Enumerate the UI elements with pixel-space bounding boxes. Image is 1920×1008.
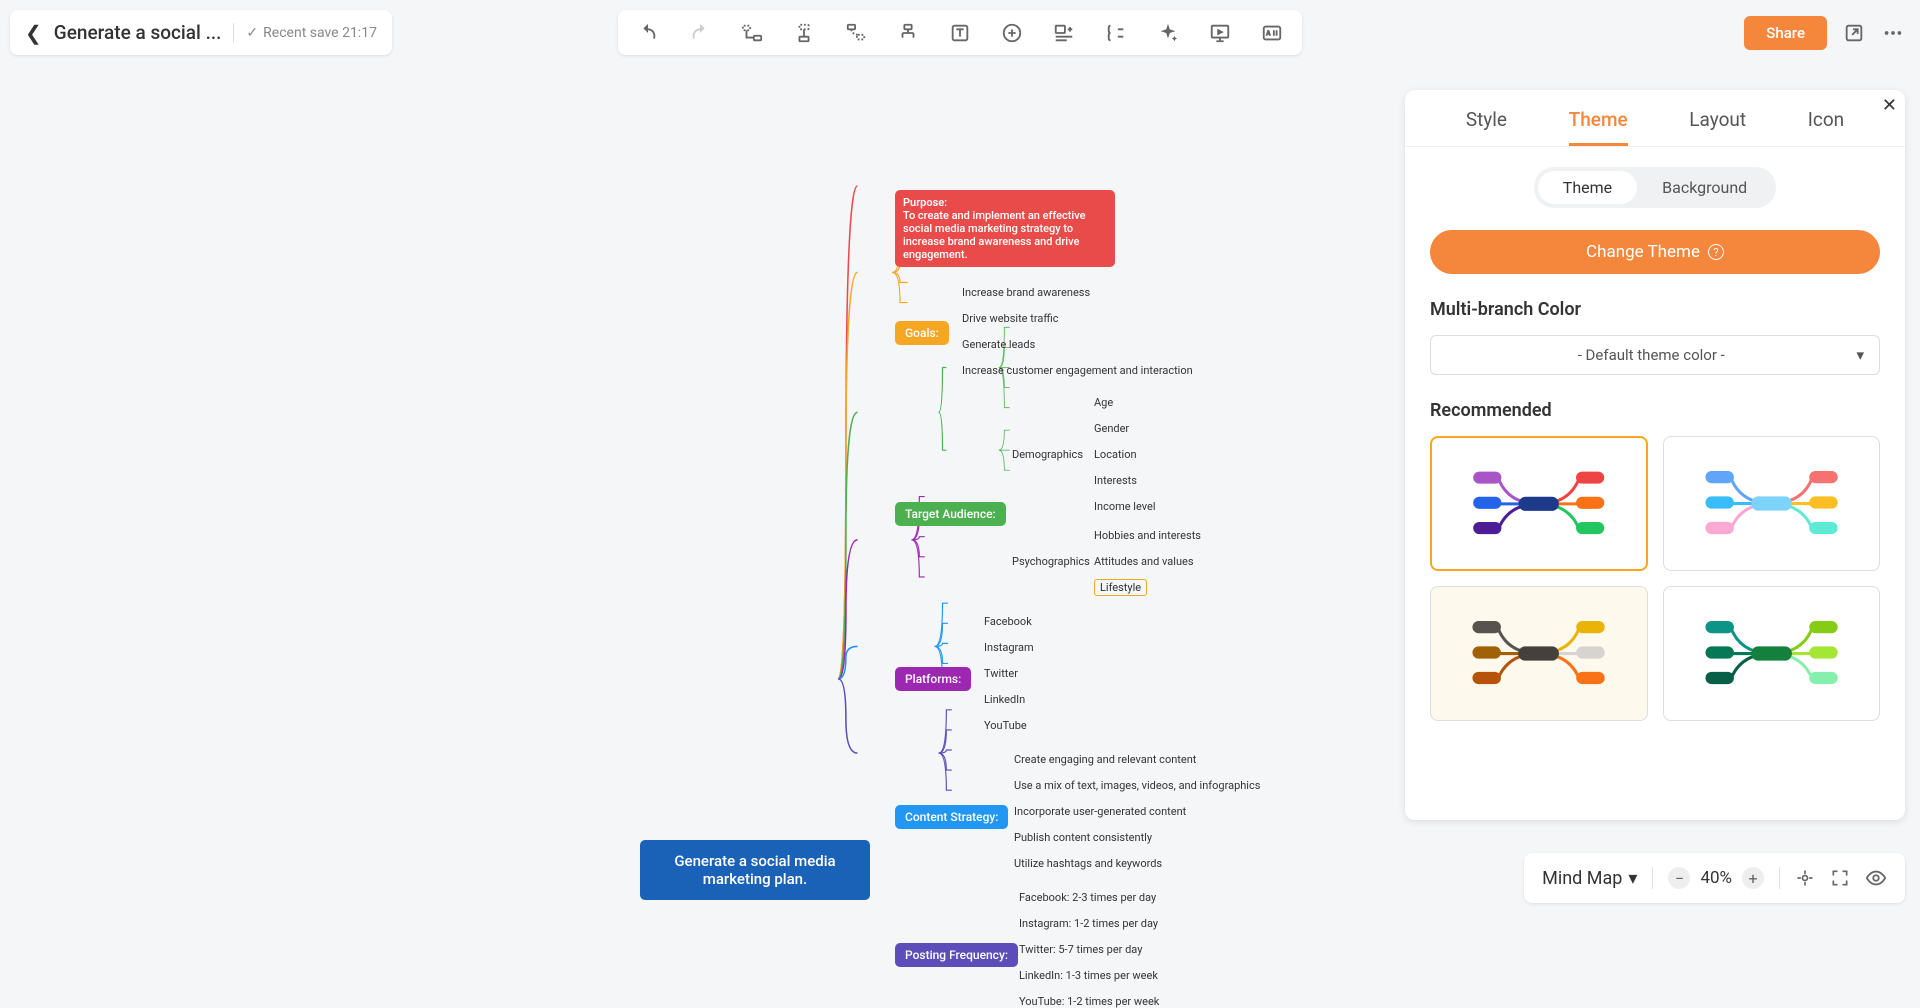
leaf[interactable]: Utilize hashtags and keywords xyxy=(1014,857,1162,870)
insert-icon[interactable] xyxy=(1052,21,1076,45)
zoom-controls: − 40% + xyxy=(1668,867,1764,889)
leaf[interactable]: Use a mix of text, images, videos, and i… xyxy=(1014,779,1260,792)
subtab-background[interactable]: Background xyxy=(1637,171,1772,204)
leaf[interactable]: Interests xyxy=(1094,474,1137,487)
leaf[interactable]: Increase brand awareness xyxy=(962,286,1090,299)
share-button[interactable]: Share xyxy=(1744,16,1827,50)
color-dropdown[interactable]: - Default theme color - ▾ xyxy=(1430,335,1880,375)
subtopic-icon[interactable] xyxy=(740,21,764,45)
theme-card-4[interactable] xyxy=(1663,586,1881,721)
leaf[interactable]: Publish content consistently xyxy=(1014,831,1152,844)
relationship-icon[interactable] xyxy=(896,21,920,45)
multi-branch-label: Multi-branch Color xyxy=(1430,299,1880,320)
more-icon[interactable] xyxy=(1881,21,1905,45)
leaf[interactable]: Facebook: 2-3 times per day xyxy=(1019,891,1156,904)
zoom-in-icon[interactable] xyxy=(1000,21,1024,45)
panel-tabs: Style Theme Layout Icon xyxy=(1405,90,1905,147)
undo-icon[interactable] xyxy=(636,21,660,45)
recommended-label: Recommended xyxy=(1430,400,1880,421)
tab-icon[interactable]: Icon xyxy=(1808,108,1844,146)
leaf[interactable]: Twitter xyxy=(984,667,1018,680)
theme-card-2[interactable] xyxy=(1663,436,1881,571)
subtab-theme[interactable]: Theme xyxy=(1538,171,1637,204)
breadcrumb: ❮ Generate a social ... ✓ Recent save 21… xyxy=(10,10,392,55)
theme-panel: ✕ Style Theme Layout Icon Theme Backgrou… xyxy=(1405,90,1905,820)
leaf[interactable]: YouTube: 1-2 times per week xyxy=(1019,995,1159,1008)
doc-title[interactable]: Generate a social ... xyxy=(54,21,222,44)
sub-toggle: Theme Background xyxy=(1534,167,1776,208)
style-brush-icon[interactable] xyxy=(1156,21,1180,45)
chevron-down-icon: ▾ xyxy=(1856,346,1864,364)
top-right-actions: Share xyxy=(1744,10,1905,55)
tab-style[interactable]: Style xyxy=(1466,108,1507,146)
leaf[interactable]: Twitter: 5-7 times per day xyxy=(1019,943,1142,956)
topic-below-icon[interactable] xyxy=(792,21,816,45)
chevron-down-icon: ▾ xyxy=(1628,868,1637,889)
goals-node[interactable]: Goals: xyxy=(895,321,949,345)
toolbar xyxy=(618,10,1302,55)
fit-icon[interactable] xyxy=(1795,868,1815,888)
leaf[interactable]: Instagram: 1-2 times per day xyxy=(1019,917,1158,930)
help-icon: ? xyxy=(1708,244,1724,260)
target-node[interactable]: Target Audience: xyxy=(895,502,1006,526)
preview-icon[interactable] xyxy=(1865,867,1887,889)
leaf[interactable]: LinkedIn xyxy=(984,693,1025,706)
leaf[interactable]: Facebook xyxy=(984,615,1032,628)
change-theme-button[interactable]: Change Theme ? xyxy=(1430,230,1880,274)
leaf[interactable]: Generate leads xyxy=(962,338,1035,351)
leaf[interactable]: Income level xyxy=(1094,500,1156,513)
redo-icon[interactable] xyxy=(688,21,712,45)
theme-grid xyxy=(1430,436,1880,721)
posting-node[interactable]: Posting Frequency: xyxy=(895,943,1018,967)
leaf-selected[interactable]: Lifestyle xyxy=(1094,579,1147,596)
leaf[interactable]: Create engaging and relevant content xyxy=(1014,753,1196,766)
open-external-icon[interactable] xyxy=(1842,21,1866,45)
zoom-out-button[interactable]: − xyxy=(1668,867,1690,889)
theme-card-1[interactable] xyxy=(1430,436,1648,571)
zoom-in-button[interactable]: + xyxy=(1742,867,1764,889)
leaf[interactable]: YouTube xyxy=(984,719,1027,732)
fullscreen-icon[interactable] xyxy=(1830,868,1850,888)
divider xyxy=(233,23,234,43)
present-icon[interactable] xyxy=(1208,21,1232,45)
close-icon[interactable]: ✕ xyxy=(1882,95,1897,116)
mindmap-connectors xyxy=(0,70,1460,920)
leaf[interactable]: Hobbies and interests xyxy=(1094,529,1201,542)
platforms-node[interactable]: Platforms: xyxy=(895,667,971,691)
leaf[interactable]: Drive website traffic xyxy=(962,312,1058,325)
leaf[interactable]: Age xyxy=(1094,396,1113,409)
root-node[interactable]: Generate a social media marketing plan. xyxy=(640,840,870,900)
bottom-bar: Mind Map ▾ − 40% + xyxy=(1524,853,1905,903)
leaf[interactable]: Gender xyxy=(1094,422,1129,435)
sub-node[interactable]: Demographics xyxy=(1012,448,1083,461)
sub-node[interactable]: Psychographics xyxy=(1012,555,1090,568)
tab-layout[interactable]: Layout xyxy=(1689,108,1746,146)
save-status: ✓ Recent save 21:17 xyxy=(246,25,377,41)
leaf[interactable]: Attitudes and values xyxy=(1094,555,1194,568)
view-mode-select[interactable]: Mind Map ▾ xyxy=(1542,868,1637,889)
back-icon[interactable]: ❮ xyxy=(25,21,42,45)
leaf[interactable]: Instagram xyxy=(984,641,1034,654)
zoom-value: 40% xyxy=(1700,868,1732,888)
theme-card-3[interactable] xyxy=(1430,586,1648,721)
mindmap-canvas[interactable]: Generate a social media marketing plan. … xyxy=(0,70,1460,920)
ai-icon[interactable] xyxy=(1260,21,1284,45)
content-node[interactable]: Content Strategy: xyxy=(895,805,1008,829)
divider xyxy=(1779,867,1780,889)
leaf[interactable]: LinkedIn: 1-3 times per week xyxy=(1019,969,1158,982)
floating-topic-icon[interactable] xyxy=(844,21,868,45)
summary-icon[interactable] xyxy=(1104,21,1128,45)
text-icon[interactable] xyxy=(948,21,972,45)
purpose-node[interactable]: Purpose: To create and implement an effe… xyxy=(895,190,1115,267)
leaf[interactable]: Increase customer engagement and interac… xyxy=(962,364,1193,377)
leaf[interactable]: Location xyxy=(1094,448,1137,461)
divider xyxy=(1652,867,1653,889)
leaf[interactable]: Incorporate user-generated content xyxy=(1014,805,1186,818)
check-icon: ✓ xyxy=(246,25,258,41)
tab-theme[interactable]: Theme xyxy=(1569,108,1628,146)
